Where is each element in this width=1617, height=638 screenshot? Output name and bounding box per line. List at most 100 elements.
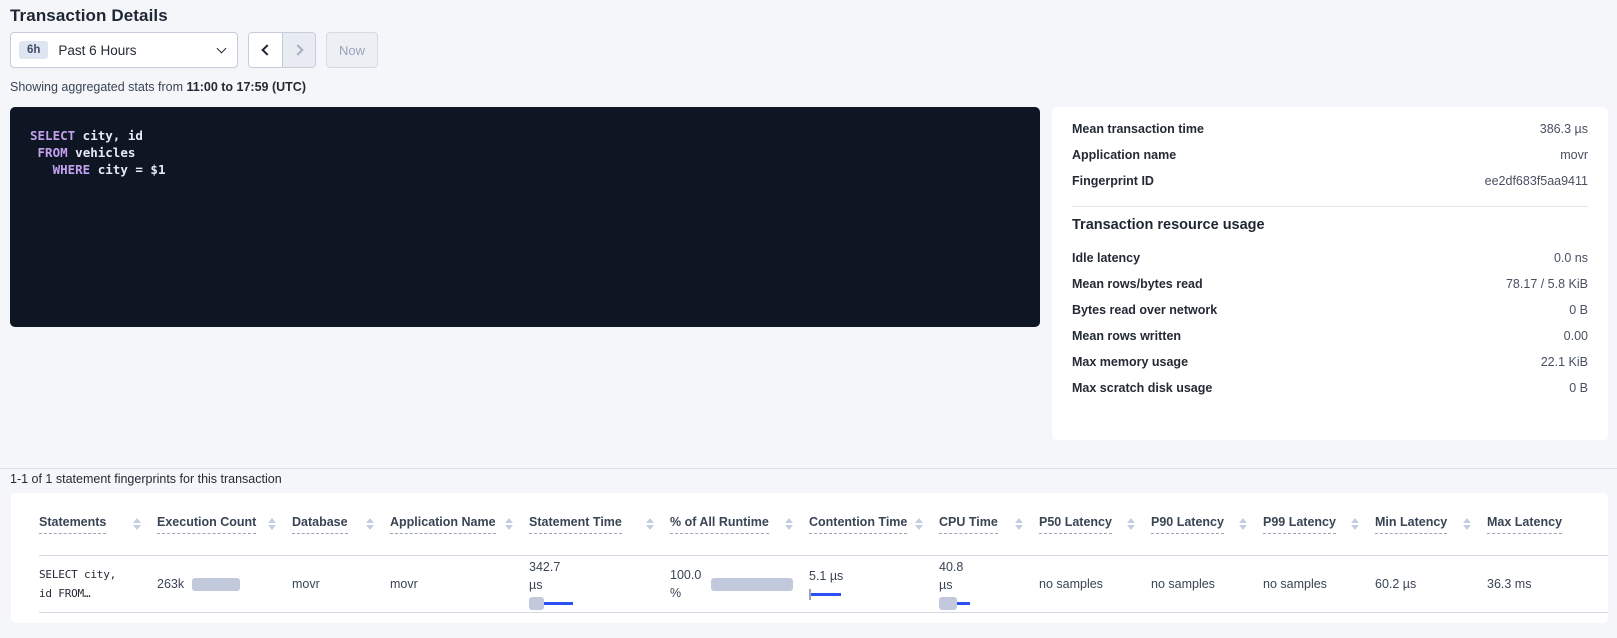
cpu-time-unit: µs [939, 576, 1023, 594]
sql-text: city = $1 [90, 162, 165, 177]
statement-time-value: 342.7 [529, 558, 654, 576]
sort-icon[interactable] [133, 518, 141, 530]
cpu-time-bar [939, 597, 1023, 610]
sql-text: vehicles [68, 145, 136, 160]
execution-count-cell: 263k [157, 577, 292, 591]
stat-row-max-memory-usage: Max memory usage 22.1 KiB [1072, 349, 1588, 375]
column-label: P99 Latency [1263, 515, 1336, 534]
stat-row-mean-rows-written: Mean rows written 0.00 [1072, 323, 1588, 349]
statement-time-unit: µs [529, 576, 654, 594]
sort-icon[interactable] [1015, 518, 1023, 530]
runtime-pct-bar [711, 578, 793, 591]
transaction-details-page: Transaction Details 6h Past 6 Hours Now … [0, 0, 1617, 638]
sql-indent [30, 162, 53, 177]
stat-value: 0.0 ns [1554, 251, 1588, 265]
sort-icon[interactable] [1239, 518, 1247, 530]
column-header-p50-latency[interactable]: P50 Latency [1039, 515, 1151, 534]
column-header-min-latency[interactable]: Min Latency [1375, 515, 1487, 534]
p99-latency-cell: no samples [1263, 577, 1375, 591]
column-label: Execution Count [157, 515, 256, 534]
column-header-p90-latency[interactable]: P90 Latency [1151, 515, 1263, 534]
time-range-select[interactable]: 6h Past 6 Hours [10, 32, 238, 68]
sql-line: FROM vehicles [30, 144, 1020, 161]
stat-value: ee2df683f5aa9411 [1485, 174, 1588, 188]
column-header-statements[interactable]: Statements [39, 515, 157, 534]
column-label: CPU Time [939, 515, 998, 534]
resource-usage-heading: Transaction resource usage [1072, 217, 1588, 233]
stat-label: Max memory usage [1072, 355, 1188, 369]
statement-text-line: SELECT city, [39, 565, 141, 584]
column-label: Statement Time [529, 515, 622, 534]
sql-keyword: FROM [38, 145, 68, 160]
stat-row-max-scratch-disk-usage: Max scratch disk usage 0 B [1072, 375, 1588, 401]
stat-value: 78.17 / 5.8 KiB [1506, 277, 1588, 291]
next-time-button[interactable] [282, 33, 315, 67]
stat-value: 386.3 µs [1540, 122, 1588, 136]
prev-time-button[interactable] [249, 33, 282, 67]
main-grid: SELECT city, id FROM vehicles WHERE city… [10, 107, 1608, 440]
sql-query-box: SELECT city, id FROM vehicles WHERE city… [10, 107, 1040, 327]
sql-indent [30, 145, 38, 160]
sort-icon[interactable] [915, 518, 923, 530]
stat-label: Idle latency [1072, 251, 1140, 265]
runtime-pct-cell: 100.0 % [670, 566, 809, 602]
stat-label: Mean transaction time [1072, 122, 1204, 136]
sort-icon[interactable] [646, 518, 654, 530]
sort-icon[interactable] [1463, 518, 1471, 530]
stat-value: 0 B [1569, 381, 1588, 395]
column-header-application-name[interactable]: Application Name [390, 515, 529, 534]
p50-latency-cell: no samples [1039, 577, 1151, 591]
time-controls: 6h Past 6 Hours Now [10, 32, 378, 68]
caption-prefix: Showing aggregated stats from [10, 80, 187, 94]
column-label: Database [292, 515, 348, 534]
runtime-pct-unit: % [670, 584, 701, 602]
contention-time-value: 5.1 µs [809, 567, 923, 585]
cpu-time-value: 40.8 [939, 558, 1023, 576]
column-header-execution-count[interactable]: Execution Count [157, 515, 292, 534]
column-header-max-latency[interactable]: Max Latency [1487, 515, 1608, 534]
column-label: Max Latency [1487, 515, 1562, 534]
column-label: P50 Latency [1039, 515, 1112, 534]
min-latency-cell: 60.2 µs [1375, 577, 1487, 591]
sort-icon[interactable] [1351, 518, 1359, 530]
statement-count-text: 1-1 of 1 statement fingerprints for this… [10, 472, 282, 486]
column-header-cpu-time[interactable]: CPU Time [939, 515, 1039, 534]
statement-time-bar [529, 597, 654, 610]
sort-icon[interactable] [1127, 518, 1135, 530]
column-label: Statements [39, 515, 106, 534]
sql-line: SELECT city, id [30, 127, 1020, 144]
sort-icon[interactable] [268, 518, 276, 530]
cpu-time-cell: 40.8 µs [939, 558, 1039, 610]
chevron-right-icon [292, 44, 303, 55]
time-range-label: Past 6 Hours [58, 43, 218, 58]
max-latency-cell: 36.3 ms [1487, 577, 1608, 591]
stat-label: Mean rows written [1072, 329, 1181, 343]
contention-time-cell: 5.1 µs [809, 567, 939, 601]
column-header-statement-time[interactable]: Statement Time [529, 515, 670, 534]
stat-row-idle-latency: Idle latency 0.0 ns [1072, 245, 1588, 271]
column-label: % of All Runtime [670, 515, 769, 534]
chevron-down-icon [217, 43, 227, 53]
column-header-contention-time[interactable]: Contention Time [809, 515, 939, 534]
sql-text: city, id [75, 128, 143, 143]
now-button[interactable]: Now [326, 32, 378, 68]
sort-icon[interactable] [785, 518, 793, 530]
column-label: Contention Time [809, 515, 907, 534]
application-name-cell: movr [390, 577, 529, 591]
column-header-database[interactable]: Database [292, 515, 390, 534]
sort-icon[interactable] [505, 518, 513, 530]
stat-row-mean-transaction-time: Mean transaction time 386.3 µs [1072, 116, 1588, 142]
stat-value: 0.00 [1564, 329, 1588, 343]
time-range-badge: 6h [19, 41, 48, 59]
sort-icon[interactable] [366, 518, 374, 530]
column-label: P90 Latency [1151, 515, 1224, 534]
stat-row-mean-rows-bytes-read: Mean rows/bytes read 78.17 / 5.8 KiB [1072, 271, 1588, 297]
stat-label: Fingerprint ID [1072, 174, 1154, 188]
column-header-p99-latency[interactable]: P99 Latency [1263, 515, 1375, 534]
transaction-stats-panel: Mean transaction time 386.3 µs Applicati… [1052, 107, 1608, 440]
stat-row-bytes-read-over-network: Bytes read over network 0 B [1072, 297, 1588, 323]
section-divider [0, 468, 1617, 469]
column-header-runtime-pct[interactable]: % of All Runtime [670, 515, 809, 534]
chevron-left-icon [261, 44, 272, 55]
statement-link[interactable]: SELECT city, id FROM… [39, 565, 157, 603]
